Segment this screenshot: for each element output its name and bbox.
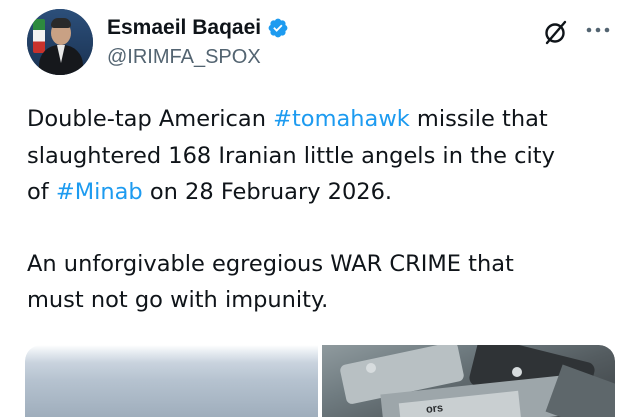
tweet-line: An unforgivable egregious WAR CRIME that (27, 250, 514, 277)
verified-badge-icon (268, 18, 288, 38)
tweet-line: of #Minab on 28 February 2026. (27, 174, 622, 211)
tweet-text-fragment: on 28 February 2026. (142, 179, 393, 205)
author-handle[interactable]: @IRIMFA_SPOX (107, 46, 261, 69)
author-name-row: Esmaeil Baqaei (107, 14, 289, 42)
tweet-line: must not go with impunity. (27, 287, 329, 313)
debris-plate-text: ors (425, 402, 444, 416)
media-image-missile-debris[interactable]: ors (322, 345, 615, 417)
hashtag-link-tomahawk[interactable]: #tomahawk (273, 106, 410, 132)
hashtag-link-minab[interactable]: #Minab (56, 179, 143, 205)
author-display-name[interactable]: Esmaeil Baqaei (107, 16, 261, 40)
debris-bolt (512, 367, 522, 377)
author-avatar[interactable] (27, 9, 93, 75)
more-horizontal-icon[interactable] (583, 18, 613, 46)
avatar-hair (51, 18, 71, 28)
media-image-sky[interactable] (25, 345, 318, 417)
tweet-text-fragment: Double-tap American (27, 106, 274, 132)
media-grid: ors (25, 345, 615, 417)
debris-bolt (366, 363, 376, 373)
grok-icon[interactable] (542, 18, 570, 46)
tweet-line: Double-tap American #tomahawk missile th… (27, 101, 622, 138)
tweet-text-fragment: of (27, 179, 56, 205)
avatar-flag (33, 19, 45, 53)
tweet-body: Double-tap American #tomahawk missile th… (27, 101, 622, 319)
tweet-text-fragment: missile that (409, 106, 548, 132)
tweet-line: slaughtered 168 Iranian little angels in… (27, 142, 555, 169)
